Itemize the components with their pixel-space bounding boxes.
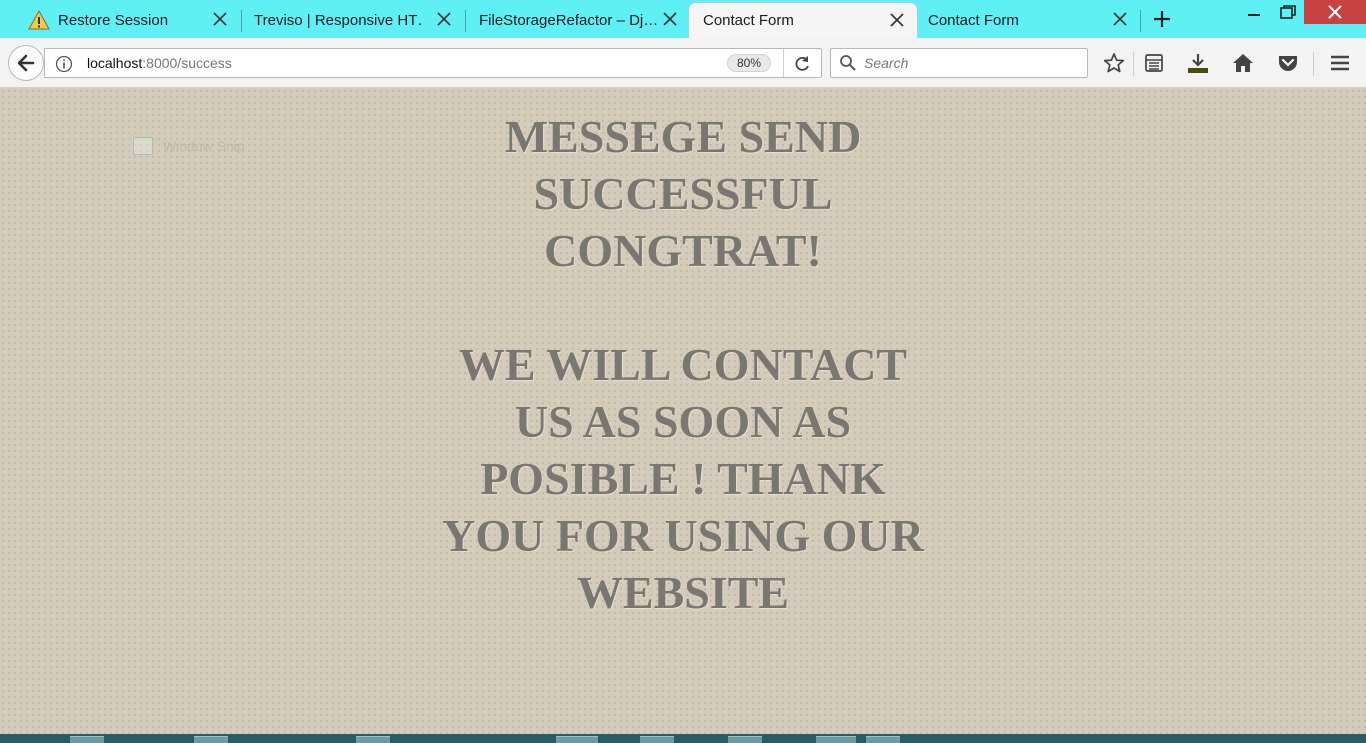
tab-label: Treviso | Responsive HT… bbox=[254, 11, 424, 29]
navigation-toolbar: localhost:8000/success 80% Search bbox=[0, 38, 1366, 88]
taskbar-item[interactable] bbox=[866, 736, 900, 743]
tab-contact-form[interactable]: Contact Form bbox=[918, 4, 1140, 36]
tab-label: Restore Session bbox=[58, 11, 169, 29]
toolbar-separator bbox=[1313, 52, 1314, 76]
title-bar: Restore Session Treviso | Responsive HT…… bbox=[0, 0, 1366, 38]
info-icon[interactable] bbox=[55, 55, 73, 73]
restore-icon bbox=[1280, 5, 1296, 19]
heading-line: MESSEGE SEND bbox=[504, 111, 862, 162]
url-separator bbox=[783, 49, 784, 77]
new-tab-icon[interactable] bbox=[1152, 9, 1172, 29]
download-icon[interactable] bbox=[1187, 52, 1209, 74]
taskbar-item[interactable] bbox=[356, 736, 390, 743]
minimize-icon bbox=[1248, 14, 1260, 16]
os-taskbar bbox=[0, 734, 1366, 743]
back-arrow-icon bbox=[17, 54, 35, 72]
heading-line: CONGTRAT! bbox=[544, 225, 822, 276]
taskbar-item[interactable] bbox=[70, 736, 104, 743]
message-line: WEBSITE bbox=[576, 567, 790, 618]
url-text[interactable]: localhost:8000/success bbox=[87, 55, 232, 71]
tab-label: Contact Form bbox=[928, 11, 1019, 29]
back-button[interactable] bbox=[8, 45, 44, 81]
message-line: WE WILL CONTACT bbox=[458, 339, 908, 390]
snip-icon bbox=[133, 137, 153, 155]
close-window-button[interactable] bbox=[1304, 0, 1366, 24]
taskbar-item[interactable] bbox=[816, 736, 856, 743]
message-line: YOU FOR USING OUR bbox=[442, 510, 924, 561]
tab-label: FileStorageRefactor – Dj… bbox=[479, 11, 659, 29]
taskbar-item[interactable] bbox=[556, 736, 598, 743]
success-heading: MESSEGE SEND SUCCESSFUL CONGTRAT! bbox=[383, 108, 983, 279]
tab-filestorage[interactable]: FileStorageRefactor – Dj… bbox=[466, 4, 688, 36]
tab-separator bbox=[1140, 10, 1141, 32]
zoom-indicator[interactable]: 80% bbox=[727, 54, 771, 72]
window-snip-ghost: Window Snip bbox=[128, 132, 333, 160]
url-path: :8000/success bbox=[142, 55, 232, 71]
reload-icon[interactable] bbox=[793, 55, 811, 73]
taskbar-item[interactable] bbox=[728, 736, 762, 743]
home-icon[interactable] bbox=[1232, 52, 1254, 74]
taskbar-item[interactable] bbox=[194, 736, 228, 743]
tab-label: Contact Form bbox=[703, 12, 794, 29]
heading-line: SUCCESSFUL bbox=[533, 168, 833, 219]
menu-icon[interactable] bbox=[1329, 52, 1351, 74]
search-bar[interactable]: Search bbox=[830, 48, 1088, 78]
tab-restore-session[interactable]: Restore Session bbox=[18, 4, 240, 36]
page-content: Window Snip MESSEGE SEND SUCCESSFUL CONG… bbox=[0, 88, 1366, 734]
close-icon[interactable] bbox=[889, 12, 905, 28]
bookmark-star-icon[interactable] bbox=[1103, 52, 1125, 74]
taskbar-item[interactable] bbox=[640, 736, 674, 743]
close-icon[interactable] bbox=[436, 11, 452, 27]
close-icon[interactable] bbox=[212, 11, 228, 27]
close-icon[interactable] bbox=[662, 11, 678, 27]
contact-message: WE WILL CONTACT US AS SOON AS POSIBLE ! … bbox=[383, 336, 983, 621]
tab-treviso[interactable]: Treviso | Responsive HT… bbox=[242, 4, 464, 36]
tab-contact-form-active[interactable]: Contact Form bbox=[688, 2, 918, 38]
toolbar-separator bbox=[1133, 52, 1134, 76]
maximize-button[interactable] bbox=[1268, 0, 1308, 24]
url-bar[interactable]: localhost:8000/success 80% bbox=[44, 48, 822, 78]
snip-label: Window Snip bbox=[163, 138, 245, 154]
close-icon[interactable] bbox=[1112, 11, 1128, 27]
message-line: POSIBLE ! THANK bbox=[480, 453, 886, 504]
message-line: US AS SOON AS bbox=[514, 396, 852, 447]
close-icon bbox=[1328, 5, 1342, 19]
bookmarks-list-icon[interactable] bbox=[1143, 52, 1165, 74]
pocket-icon[interactable] bbox=[1277, 52, 1299, 74]
warning-icon bbox=[28, 10, 50, 30]
url-host: localhost bbox=[87, 55, 143, 71]
search-icon bbox=[840, 55, 856, 71]
search-placeholder: Search bbox=[864, 55, 909, 71]
